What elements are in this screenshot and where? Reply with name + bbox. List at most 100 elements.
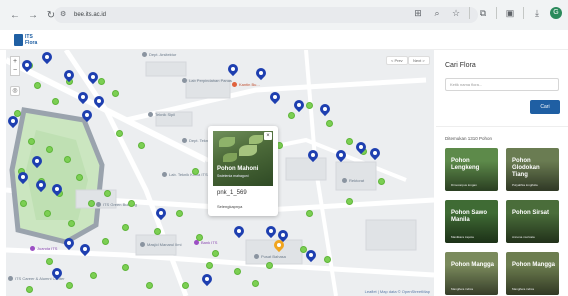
tree-marker-green[interactable]	[346, 198, 353, 205]
poi-label[interactable]: Dept. Arsitektur	[142, 52, 176, 57]
flora-card[interactable]: Pohon Mangga Mangifera indica	[506, 252, 559, 295]
tree-marker-green[interactable]	[138, 142, 145, 149]
tree-marker-pin[interactable]	[267, 89, 283, 105]
tree-marker-pin[interactable]	[29, 153, 45, 169]
star-icon[interactable]: ☆	[450, 7, 462, 19]
tree-marker-green[interactable]	[122, 224, 129, 231]
tree-marker-pin[interactable]	[253, 65, 269, 81]
tree-marker-pin[interactable]	[225, 61, 241, 77]
poi-label[interactable]: Teknik Sipil	[148, 112, 175, 117]
tree-marker-pin[interactable]	[367, 145, 383, 161]
zoom-control[interactable]: + −	[10, 56, 20, 76]
zoom-icon[interactable]: ⌕	[431, 7, 443, 19]
tree-marker-pin[interactable]	[77, 241, 93, 257]
flora-card[interactable]: Pohon Sirsat Annona muricata	[506, 200, 559, 243]
tree-marker-pin[interactable]	[61, 235, 77, 251]
translate-icon[interactable]: ⊞	[412, 7, 424, 19]
campus-map[interactable]: + − ◎ < Prev Next > Dept. Arsitektur Lab …	[6, 50, 434, 296]
tree-marker-green[interactable]	[324, 256, 331, 263]
tab-groups-icon[interactable]: ▣	[504, 7, 516, 19]
site-logo[interactable]: ITS Flora	[14, 33, 40, 47]
tree-marker-green[interactable]	[306, 102, 313, 109]
tree-marker-pin[interactable]	[33, 177, 49, 193]
map-next-button[interactable]: Next >	[408, 56, 430, 65]
flora-card[interactable]: Pohon Glodokan Tiang Polyalthia longifoli…	[506, 148, 559, 191]
extensions-icon[interactable]: ⧉	[477, 7, 489, 19]
poi-label[interactable]: Rektorat	[342, 178, 364, 183]
tree-marker-green[interactable]	[192, 168, 199, 175]
poi-label[interactable]: Masjid Manarul Ilmi	[140, 242, 181, 247]
tree-marker-green[interactable]	[176, 210, 183, 217]
poi-label[interactable]: Pusat Bahasa	[254, 254, 286, 259]
tree-marker-pin[interactable]	[305, 147, 321, 163]
tree-marker-green[interactable]	[196, 234, 203, 241]
tree-marker-pin[interactable]	[75, 89, 91, 105]
tree-marker-green[interactable]	[146, 282, 153, 289]
search-input[interactable]: Ketik nama flora...	[445, 78, 559, 91]
tree-marker-green[interactable]	[46, 146, 53, 153]
tree-marker-green[interactable]	[122, 264, 129, 271]
tree-marker-pin[interactable]	[317, 101, 333, 117]
search-button[interactable]: Cari	[530, 100, 560, 114]
tree-marker-green[interactable]	[182, 282, 189, 289]
close-icon[interactable]: ×	[264, 132, 272, 140]
tree-marker-green[interactable]	[252, 280, 259, 287]
tree-marker-pin[interactable]	[61, 67, 77, 83]
tree-marker-pin[interactable]	[231, 223, 247, 239]
tree-marker-green[interactable]	[266, 262, 273, 269]
tree-marker-green[interactable]	[20, 200, 27, 207]
tree-marker-green[interactable]	[128, 200, 135, 207]
tree-marker-green[interactable]	[234, 268, 241, 275]
tree-marker-green[interactable]	[46, 258, 53, 265]
tree-marker-green[interactable]	[206, 262, 213, 269]
tree-marker-pin[interactable]	[303, 247, 319, 263]
tree-marker-green[interactable]	[306, 210, 313, 217]
tree-marker-pin[interactable]	[15, 169, 31, 185]
tree-marker-pin[interactable]	[153, 205, 169, 221]
tree-marker-pin[interactable]	[91, 93, 107, 109]
tree-marker-green[interactable]	[68, 220, 75, 227]
tree-marker-pin[interactable]	[199, 271, 215, 287]
flora-card[interactable]: Pohon Mangga Mangifera indica	[445, 252, 498, 295]
tree-marker-pin[interactable]	[6, 113, 21, 129]
popup-more-link[interactable]: Selengkapnya	[217, 204, 242, 209]
tree-marker-green[interactable]	[88, 200, 95, 207]
tree-marker-green[interactable]	[112, 90, 119, 97]
tree-marker-pin[interactable]	[49, 181, 65, 197]
tree-marker-green[interactable]	[378, 178, 385, 185]
forward-icon[interactable]: →	[26, 8, 40, 22]
tree-marker-green[interactable]	[44, 210, 51, 217]
tree-marker-green[interactable]	[326, 120, 333, 127]
tree-marker-green[interactable]	[98, 78, 105, 85]
tree-marker-green[interactable]	[102, 238, 109, 245]
tree-marker-green[interactable]	[28, 138, 35, 145]
poi-label[interactable]: Kantin Bu...	[232, 82, 260, 87]
tree-marker-green[interactable]	[76, 174, 83, 181]
back-icon[interactable]: ←	[8, 8, 22, 22]
tree-marker-pin[interactable]	[19, 57, 35, 73]
tree-marker-green[interactable]	[34, 82, 41, 89]
tree-marker-green[interactable]	[52, 98, 59, 105]
poi-label[interactable]: Lab Perpindahan Panas	[182, 78, 232, 83]
tree-marker-pin[interactable]	[49, 265, 65, 281]
site-info-icon[interactable]: ⚙	[60, 11, 68, 19]
tree-marker-green[interactable]	[104, 190, 111, 197]
flora-card[interactable]: Pohon Sawo Manila Manilkara zapota	[445, 200, 498, 243]
tree-marker-green[interactable]	[90, 272, 97, 279]
tree-marker-pin[interactable]	[353, 139, 369, 155]
tree-marker-green[interactable]	[154, 228, 161, 235]
map-prev-button[interactable]: < Prev	[386, 56, 408, 65]
downloads-icon[interactable]: ⤓	[531, 7, 543, 19]
tree-marker-pin[interactable]	[263, 223, 279, 239]
locate-icon[interactable]: ◎	[10, 86, 20, 96]
poi-label[interactable]: Juanda ITS	[30, 246, 57, 251]
tree-marker-green[interactable]	[288, 112, 295, 119]
tree-marker-green[interactable]	[116, 130, 123, 137]
poi-label[interactable]: Lab. Teknik Kimia ITS	[162, 172, 208, 177]
profile-icon[interactable]: G	[550, 7, 562, 19]
tree-marker-green[interactable]	[64, 156, 71, 163]
tree-marker-green[interactable]	[66, 282, 73, 289]
map-attribution[interactable]: Leaflet | Map data © OpenStreetMap	[365, 289, 430, 294]
tree-marker-green[interactable]	[346, 138, 353, 145]
tree-marker-pin[interactable]	[271, 237, 287, 253]
